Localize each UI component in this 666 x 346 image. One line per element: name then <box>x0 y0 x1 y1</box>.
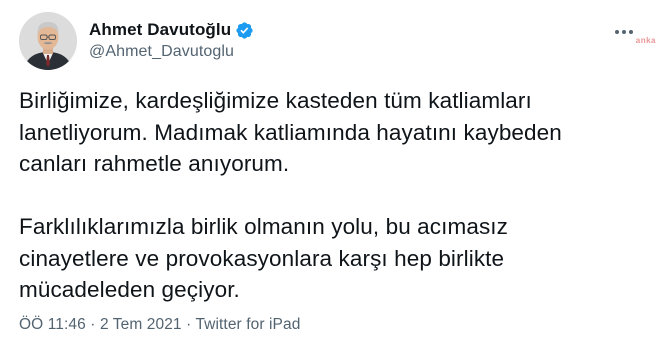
tweet-timestamp-time[interactable]: ÖÖ 11:46 <box>19 316 86 333</box>
tweet-line: Birliğimize, kardeşliğimize kasteden tüm… <box>19 88 532 113</box>
meta-separator: · <box>85 316 100 333</box>
dot <box>622 30 626 34</box>
author-block: Ahmet Davutoğlu @Ahmet_Davutoglu <box>89 19 254 61</box>
author-handle[interactable]: @Ahmet_Davutoglu <box>89 43 254 61</box>
tweet-line: lanetliyorum. Madımak katliamında hayatı… <box>19 119 562 145</box>
tweet-header: Ahmet Davutoğlu @Ahmet_Davutoglu <box>19 12 639 72</box>
meta-separator: · <box>181 316 196 333</box>
author-display-name[interactable]: Ahmet Davutoğlu <box>89 20 231 40</box>
dot <box>615 30 619 34</box>
tweet-line: mücadeleden geçiyor. <box>19 277 240 302</box>
tweet-source[interactable]: Twitter for iPad <box>195 316 300 333</box>
tweet-timestamp-date[interactable]: 2 Tem 2021 <box>100 316 182 333</box>
more-options-icon[interactable] <box>609 22 639 42</box>
dot <box>629 30 633 34</box>
tweet-line: canları rahmetle anıyorum. <box>19 151 290 176</box>
tweet-line: Farklılıklarımızla birlik olmanın yolu, … <box>19 214 508 239</box>
watermark-logo: anka <box>635 36 656 45</box>
verified-badge-icon <box>235 21 254 40</box>
tweet-card: Ahmet Davutoğlu @Ahmet_Davutoglu anka Bi… <box>0 0 666 346</box>
name-row: Ahmet Davutoğlu <box>89 19 254 41</box>
tweet-text: Birliğimize, kardeşliğimize kasteden tüm… <box>19 85 649 306</box>
tweet-meta: ÖÖ 11:46 · 2 Tem 2021 · Twitter for iPad <box>19 316 300 334</box>
tweet-line: cinayetlere ve provokasyonlara karşı hep… <box>19 245 505 271</box>
avatar[interactable] <box>19 12 77 70</box>
